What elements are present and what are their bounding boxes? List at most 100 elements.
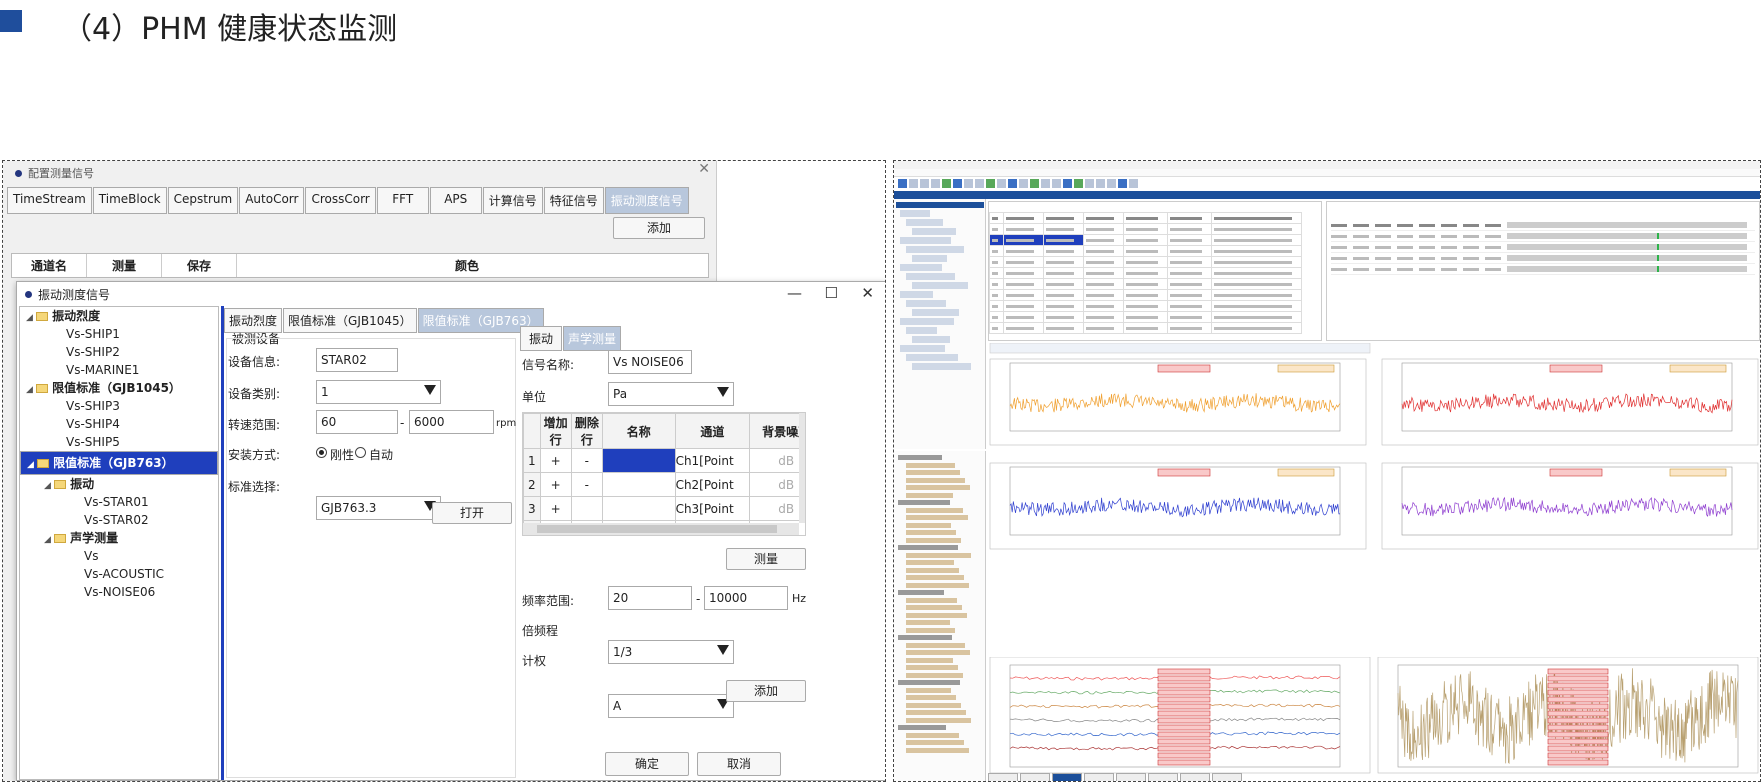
tree-node[interactable] [900,291,933,298]
signal-list-item[interactable] [906,687,951,693]
tree-item[interactable]: Vs [20,547,218,565]
signal-list-item[interactable] [906,710,966,715]
tab-aps[interactable]: APS [429,187,482,214]
signal-list-item[interactable] [906,732,959,738]
signal-list-item[interactable] [906,515,968,520]
table-row[interactable]: 1 + - Ch1[Point dB [523,448,805,473]
bottom-tab[interactable] [1084,773,1114,781]
signal-list-item[interactable] [906,665,958,670]
back-add-button[interactable]: 添加 [613,217,705,239]
table-row[interactable] [989,267,1302,279]
speed-max-input[interactable]: 6000 [409,410,494,434]
signal-list-item[interactable] [906,627,955,633]
tree-item[interactable]: ◢ 振动烈度 [20,307,218,325]
speed-min-input[interactable]: 60 [316,410,398,434]
toolbar-icon[interactable] [997,179,1006,188]
signal-list-item[interactable] [906,582,969,588]
tree-node[interactable] [900,318,954,325]
expand-icon[interactable]: ◢ [27,460,37,470]
toolbar-icon[interactable] [1118,179,1127,188]
name-cell[interactable] [601,496,676,521]
tree-node[interactable] [906,273,955,280]
tree-node[interactable] [900,264,942,271]
signal-list-item[interactable] [906,552,971,558]
tree-node[interactable] [912,255,947,262]
name-cell[interactable] [601,448,676,473]
tree-item[interactable]: ◢ 声学测量 [20,529,218,547]
signal-list-item[interactable] [906,567,959,573]
tree-node[interactable] [906,246,964,253]
close-icon[interactable]: ✕ [861,284,874,302]
signal-list-item[interactable] [906,650,970,655]
measure-button[interactable]: 测量 [726,548,806,570]
signal-list-item[interactable] [898,725,946,730]
add-row-cell[interactable]: + [539,472,572,497]
delete-row-cell[interactable] [570,496,603,521]
signal-list-item[interactable] [906,620,950,625]
tree-node[interactable] [912,309,959,316]
signal-list-item[interactable] [898,455,942,460]
tab-calc-signal[interactable]: 计算信号 [482,187,543,214]
expand-icon[interactable]: ◢ [44,481,54,491]
tree-item[interactable]: ◢ 限值标准（GJB763） [20,451,218,475]
signal-list-item[interactable] [906,642,965,648]
tab-autocorr[interactable]: AutoCorr [239,187,305,214]
signal-list-item[interactable] [906,695,956,700]
signal-list-item[interactable] [906,485,970,490]
tree-node[interactable] [906,354,958,361]
signal-list-item[interactable] [906,612,967,618]
tree-item[interactable]: Vs-STAR01 [20,493,218,511]
signal-list-item[interactable] [906,702,961,708]
tree-item[interactable]: Vs-SHIP4 [20,415,218,433]
signal-list-item[interactable] [906,740,964,745]
cancel-button[interactable]: 取消 [697,752,781,776]
tree-item[interactable]: Vs-SHIP2 [20,343,218,361]
signal-list-item[interactable] [906,492,953,498]
tree-node[interactable] [900,237,951,244]
standard-select[interactable]: GJB763.3 [316,496,441,520]
toolbar-icon[interactable] [1129,179,1138,188]
signal-list-item[interactable] [906,717,971,723]
weight-select[interactable]: A [608,694,734,718]
expand-icon[interactable]: ◢ [26,313,36,323]
add-row-cell[interactable]: + [539,496,572,521]
unit-select[interactable]: Pa [608,382,734,406]
status-row[interactable] [1331,220,1755,231]
tree-node[interactable] [912,363,971,370]
tree-node[interactable] [900,345,945,352]
toolbar-icon[interactable] [1019,179,1028,188]
vertical-scrollbar[interactable] [799,413,805,523]
tree-item[interactable]: Vs-ACOUSTIC [20,565,218,583]
signal-list-item[interactable] [898,680,960,685]
tree-node[interactable] [906,300,946,307]
bottom-tab[interactable] [1116,773,1146,781]
channel-cell[interactable]: Ch1[Point [674,448,751,473]
tree-item[interactable]: Vs-SHIP3 [20,397,218,415]
tab-vibration-measure[interactable]: 振动测度信号 [604,187,689,214]
signal-list-item[interactable] [898,500,950,505]
add-button[interactable]: 添加 [726,680,806,702]
bottom-tab[interactable] [1052,773,1082,781]
table-row[interactable] [989,245,1302,257]
signal-tree[interactable]: ◢ 振动烈度 Vs-SHIP1 Vs-SHIP2 Vs-MARINE1 ◢ 限值标准（G… [19,306,219,780]
signal-name-input[interactable]: Vs NOISE06 [608,350,692,374]
toolbar-icon[interactable] [964,179,973,188]
toolbar-icon[interactable] [920,179,929,188]
delete-row-cell[interactable]: - [570,448,603,473]
status-row[interactable] [1331,264,1755,275]
toolbar-icon[interactable] [986,179,995,188]
table-row[interactable] [989,322,1302,334]
table-row[interactable]: 2 + - Ch2[Point dB [523,472,805,497]
tree-node[interactable] [912,282,968,289]
signal-list-item[interactable] [906,477,965,483]
tree-item[interactable]: ◢ 振动 [20,475,218,493]
toolbar-icon[interactable] [1052,179,1061,188]
ok-button[interactable]: 确定 [605,752,689,776]
tree-node[interactable] [906,327,937,334]
maximize-icon[interactable]: ☐ [825,284,838,302]
signal-list-item[interactable] [906,575,964,580]
open-button[interactable]: 打开 [432,502,512,524]
tree-item[interactable]: Vs-SHIP5 [20,433,218,451]
toolbar-icon[interactable] [898,179,907,188]
table-row[interactable] [989,278,1302,290]
